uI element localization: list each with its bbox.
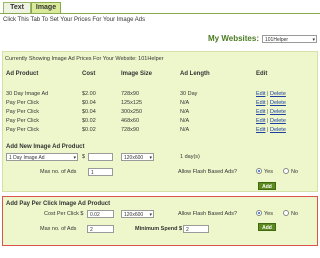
chevron-down-icon: ▾ bbox=[149, 155, 152, 161]
image-size-select[interactable]: 120x600 ▾ bbox=[121, 153, 154, 161]
delete-link[interactable]: Delete bbox=[270, 100, 286, 106]
row-size: 728x90 bbox=[121, 127, 140, 133]
edit-link[interactable]: Edit bbox=[256, 91, 265, 97]
header-cost: Cost bbox=[82, 71, 96, 77]
ppc-allow-flash-label: Allow Flash Based Ads? bbox=[178, 211, 238, 217]
minimum-spend-label: Minimum Spend $ bbox=[135, 226, 183, 232]
current-website-text: Currently Showing Image Ad Prices For Yo… bbox=[5, 56, 164, 62]
flash-no-label: No bbox=[291, 169, 299, 175]
row-length: N/A bbox=[180, 109, 190, 115]
max-ads-value: 1 bbox=[91, 170, 94, 176]
ppc-flash-yes-radio[interactable] bbox=[256, 210, 262, 216]
add-image-button[interactable]: Add bbox=[258, 182, 276, 190]
ad-length-days: 1 day(s) bbox=[180, 154, 200, 160]
header-ad-length: Ad Length bbox=[180, 71, 210, 77]
delete-link[interactable]: Delete bbox=[270, 109, 286, 115]
ppc-flash-yes-label: Yes bbox=[264, 211, 273, 217]
my-websites-label: My Websites: bbox=[208, 34, 259, 43]
ppc-size-select-value: 120x600 bbox=[124, 212, 144, 218]
row-size: 300x250 bbox=[121, 109, 143, 115]
flash-yes-radio[interactable] bbox=[256, 168, 262, 174]
edit-link[interactable]: Edit bbox=[256, 100, 265, 106]
row-cost: $0.04 bbox=[82, 109, 96, 115]
row-product: Pay Per Click bbox=[6, 127, 40, 133]
minimum-spend-value: 2 bbox=[186, 227, 189, 233]
ppc-flash-no-radio[interactable] bbox=[283, 210, 289, 216]
row-cost: $0.02 bbox=[82, 118, 96, 124]
cost-per-click-value: 0.02 bbox=[90, 212, 100, 218]
row-cost: $2.00 bbox=[82, 91, 96, 97]
chevron-down-icon: ▾ bbox=[149, 212, 152, 218]
header-image-size: Image Size bbox=[121, 71, 153, 77]
image-size-select-value: 120x600 bbox=[124, 155, 144, 161]
link-separator: | bbox=[267, 127, 269, 133]
website-select[interactable]: 101Helper ▾ bbox=[262, 35, 317, 43]
row-size: 728x90 bbox=[121, 91, 140, 97]
row-size: 468x60 bbox=[121, 118, 140, 124]
add-ppc-button[interactable]: Add bbox=[258, 223, 276, 231]
dollar-sign: $ bbox=[82, 154, 86, 160]
chevron-down-icon: ▾ bbox=[312, 37, 315, 43]
link-separator: | bbox=[267, 91, 269, 97]
row-product: Pay Per Click bbox=[6, 118, 40, 124]
row-cost: $0.02 bbox=[82, 127, 96, 133]
edit-link[interactable]: Edit bbox=[256, 109, 265, 115]
ppc-size-select[interactable]: 120x600 ▾ bbox=[121, 210, 154, 218]
link-separator: | bbox=[267, 100, 269, 106]
link-separator: | bbox=[267, 109, 269, 115]
website-select-value: 101Helper bbox=[265, 37, 289, 43]
instructions-text: Click This Tab To Set Your Prices For Yo… bbox=[3, 17, 146, 23]
ppc-max-ads-value: 2 bbox=[90, 227, 93, 233]
add-image-title: Add New Image Ad Product bbox=[6, 144, 85, 150]
ppc-flash-no-label: No bbox=[291, 211, 299, 217]
row-cost: $0.04 bbox=[82, 100, 96, 106]
row-length: N/A bbox=[180, 100, 190, 106]
row-length: N/A bbox=[180, 118, 190, 124]
flash-no-radio[interactable] bbox=[283, 168, 289, 174]
add-ppc-title: Add Pay Per Click Image Ad Product bbox=[6, 201, 111, 207]
edit-link[interactable]: Edit bbox=[256, 127, 265, 133]
link-separator: | bbox=[267, 118, 269, 124]
row-length: N/A bbox=[180, 127, 190, 133]
allow-flash-label: Allow Flash Based Ads? bbox=[178, 169, 238, 175]
header-ad-product: Ad Product bbox=[6, 71, 39, 77]
ppc-max-ads-input[interactable]: 2 bbox=[87, 225, 114, 233]
minimum-spend-input[interactable]: 2 bbox=[183, 225, 209, 233]
ad-product-select[interactable]: 1 Day Image Ad ▾ bbox=[6, 153, 78, 161]
tab-image[interactable]: Image bbox=[31, 2, 61, 13]
ad-product-select-value: 1 Day Image Ad bbox=[9, 155, 45, 161]
cost-per-click-label: Cost Per Click $ bbox=[44, 211, 84, 217]
max-ads-label: Max no. of Ads bbox=[40, 169, 77, 175]
tab-text[interactable]: Text bbox=[3, 2, 31, 13]
row-product: 30 Day Image Ad bbox=[6, 91, 49, 97]
row-product: Pay Per Click bbox=[6, 109, 40, 115]
row-product: Pay Per Click bbox=[6, 100, 40, 106]
delete-link[interactable]: Delete bbox=[270, 118, 286, 124]
flash-yes-label: Yes bbox=[264, 169, 273, 175]
delete-link[interactable]: Delete bbox=[270, 127, 286, 133]
delete-link[interactable]: Delete bbox=[270, 91, 286, 97]
header-edit: Edit bbox=[256, 71, 268, 77]
row-size: 125x125 bbox=[121, 100, 143, 106]
edit-link[interactable]: Edit bbox=[256, 118, 265, 124]
image-price-input[interactable] bbox=[88, 153, 113, 161]
ppc-max-ads-label: Max no. of Ads bbox=[40, 226, 77, 232]
tab-divider bbox=[0, 13, 320, 14]
chevron-down-icon: ▾ bbox=[73, 155, 76, 161]
max-ads-input[interactable]: 1 bbox=[88, 168, 113, 176]
row-length: 30 Day bbox=[180, 91, 198, 97]
cost-per-click-input[interactable]: 0.02 bbox=[87, 210, 114, 218]
